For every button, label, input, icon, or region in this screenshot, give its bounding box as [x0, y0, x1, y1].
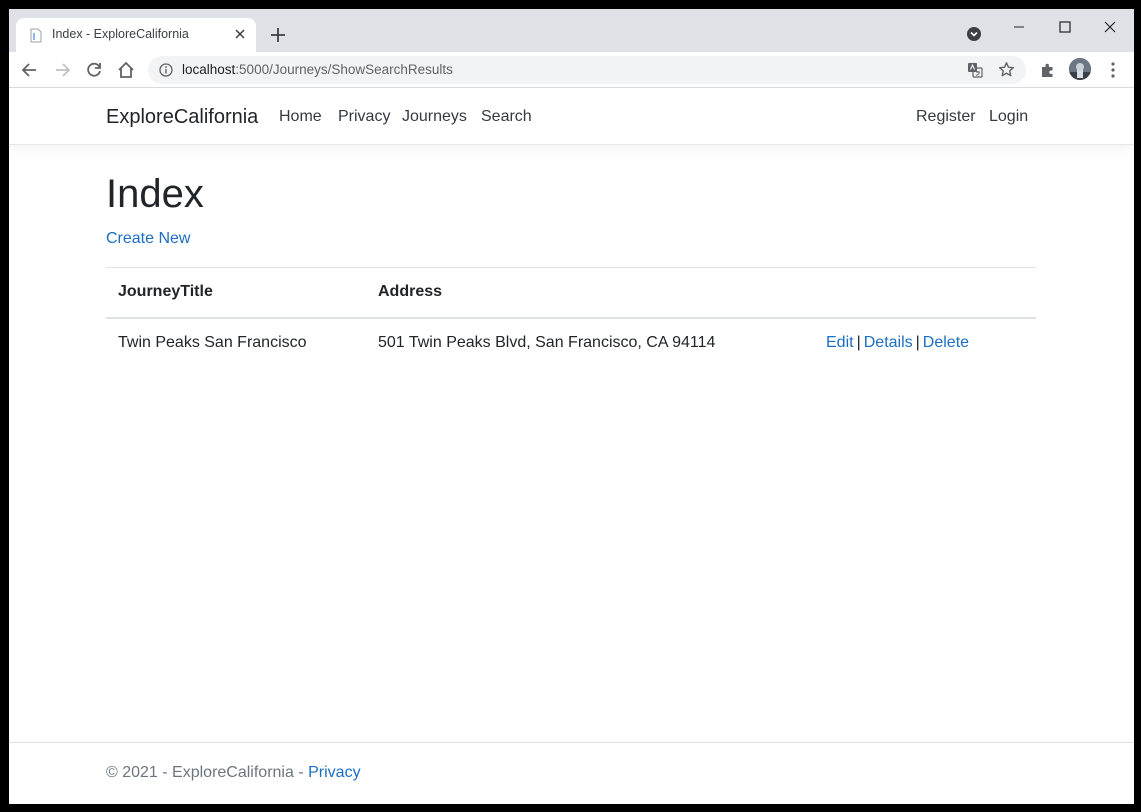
bookmark-star-icon[interactable] [998, 61, 1015, 78]
profile-avatar[interactable] [1069, 58, 1091, 80]
site-footer: © 2021 - ExploreCalifornia - Privacy [9, 742, 1134, 804]
footer-privacy-link[interactable]: Privacy [308, 764, 360, 781]
url-text[interactable]: localhost:5000/Journeys/ShowSearchResult… [182, 62, 453, 77]
column-header-address: Address [366, 267, 814, 319]
edit-link[interactable]: Edit [826, 334, 854, 351]
url-path: :5000/Journeys/ShowSearchResults [235, 62, 453, 77]
window-close-icon[interactable] [1096, 15, 1124, 39]
create-new-link[interactable]: Create New [106, 230, 190, 248]
nav-link-privacy[interactable]: Privacy [338, 108, 390, 126]
profile-photo-icon [1069, 58, 1091, 80]
results-table: JourneyTitle Address Twin Peaks San Fran… [106, 267, 1036, 368]
translate-icon[interactable] [967, 62, 983, 78]
tab-search-icon[interactable] [966, 26, 982, 42]
footer-copyright: © 2021 - ExploreCalifornia - [106, 764, 309, 781]
brand-link[interactable]: ExploreCalifornia [106, 106, 258, 129]
nav-link-journeys[interactable]: Journeys [402, 108, 467, 126]
browser-toolbar: localhost:5000/Journeys/ShowSearchResult… [9, 52, 1134, 88]
nav-link-home[interactable]: Home [279, 108, 322, 126]
site-navbar: ExploreCalifornia Home Privacy Journeys … [9, 88, 1134, 145]
table-header-row: JourneyTitle Address [106, 267, 1036, 319]
page-favicon-icon [30, 28, 42, 43]
tab-strip: Index - ExploreCalifornia [9, 9, 1134, 52]
browser-tab[interactable]: Index - ExploreCalifornia [16, 18, 256, 52]
browser-window: Index - ExploreCalifornia localhost:5000… [9, 9, 1134, 804]
nav-link-search[interactable]: Search [481, 108, 532, 126]
link-separator: | [915, 334, 920, 351]
column-header-journey-title: JourneyTitle [106, 267, 366, 319]
nav-link-register[interactable]: Register [916, 108, 976, 126]
cell-actions: Edit | Details | Delete [814, 318, 1036, 368]
minimize-icon[interactable] [1005, 15, 1033, 39]
cell-journey-title: Twin Peaks San Francisco [118, 334, 307, 351]
maximize-icon[interactable] [1051, 15, 1079, 39]
site-info-icon[interactable] [159, 63, 173, 77]
column-header-actions [814, 267, 1036, 319]
address-bar[interactable]: localhost:5000/Journeys/ShowSearchResult… [148, 56, 1026, 84]
forward-icon[interactable] [51, 59, 73, 81]
details-link[interactable]: Details [864, 334, 913, 351]
web-page: ExploreCalifornia Home Privacy Journeys … [9, 88, 1134, 804]
table-row: Twin Peaks San Francisco 501 Twin Peaks … [106, 318, 1036, 368]
cell-address: 501 Twin Peaks Blvd, San Francisco, CA 9… [378, 334, 716, 351]
tab-title: Index - ExploreCalifornia [52, 27, 189, 41]
delete-link[interactable]: Delete [923, 334, 969, 351]
more-menu-icon[interactable] [1102, 59, 1124, 81]
footer-text: © 2021 - ExploreCalifornia - Privacy [106, 764, 361, 782]
link-separator: | [856, 334, 861, 351]
home-icon[interactable] [115, 59, 137, 81]
extensions-icon[interactable] [1037, 59, 1059, 81]
reload-icon[interactable] [83, 59, 105, 81]
tab-close-icon[interactable] [232, 26, 248, 42]
back-icon[interactable] [19, 59, 41, 81]
new-tab-icon[interactable] [268, 25, 288, 45]
url-host: localhost [182, 62, 236, 77]
page-title: Index [106, 172, 204, 216]
nav-link-login[interactable]: Login [989, 108, 1028, 126]
